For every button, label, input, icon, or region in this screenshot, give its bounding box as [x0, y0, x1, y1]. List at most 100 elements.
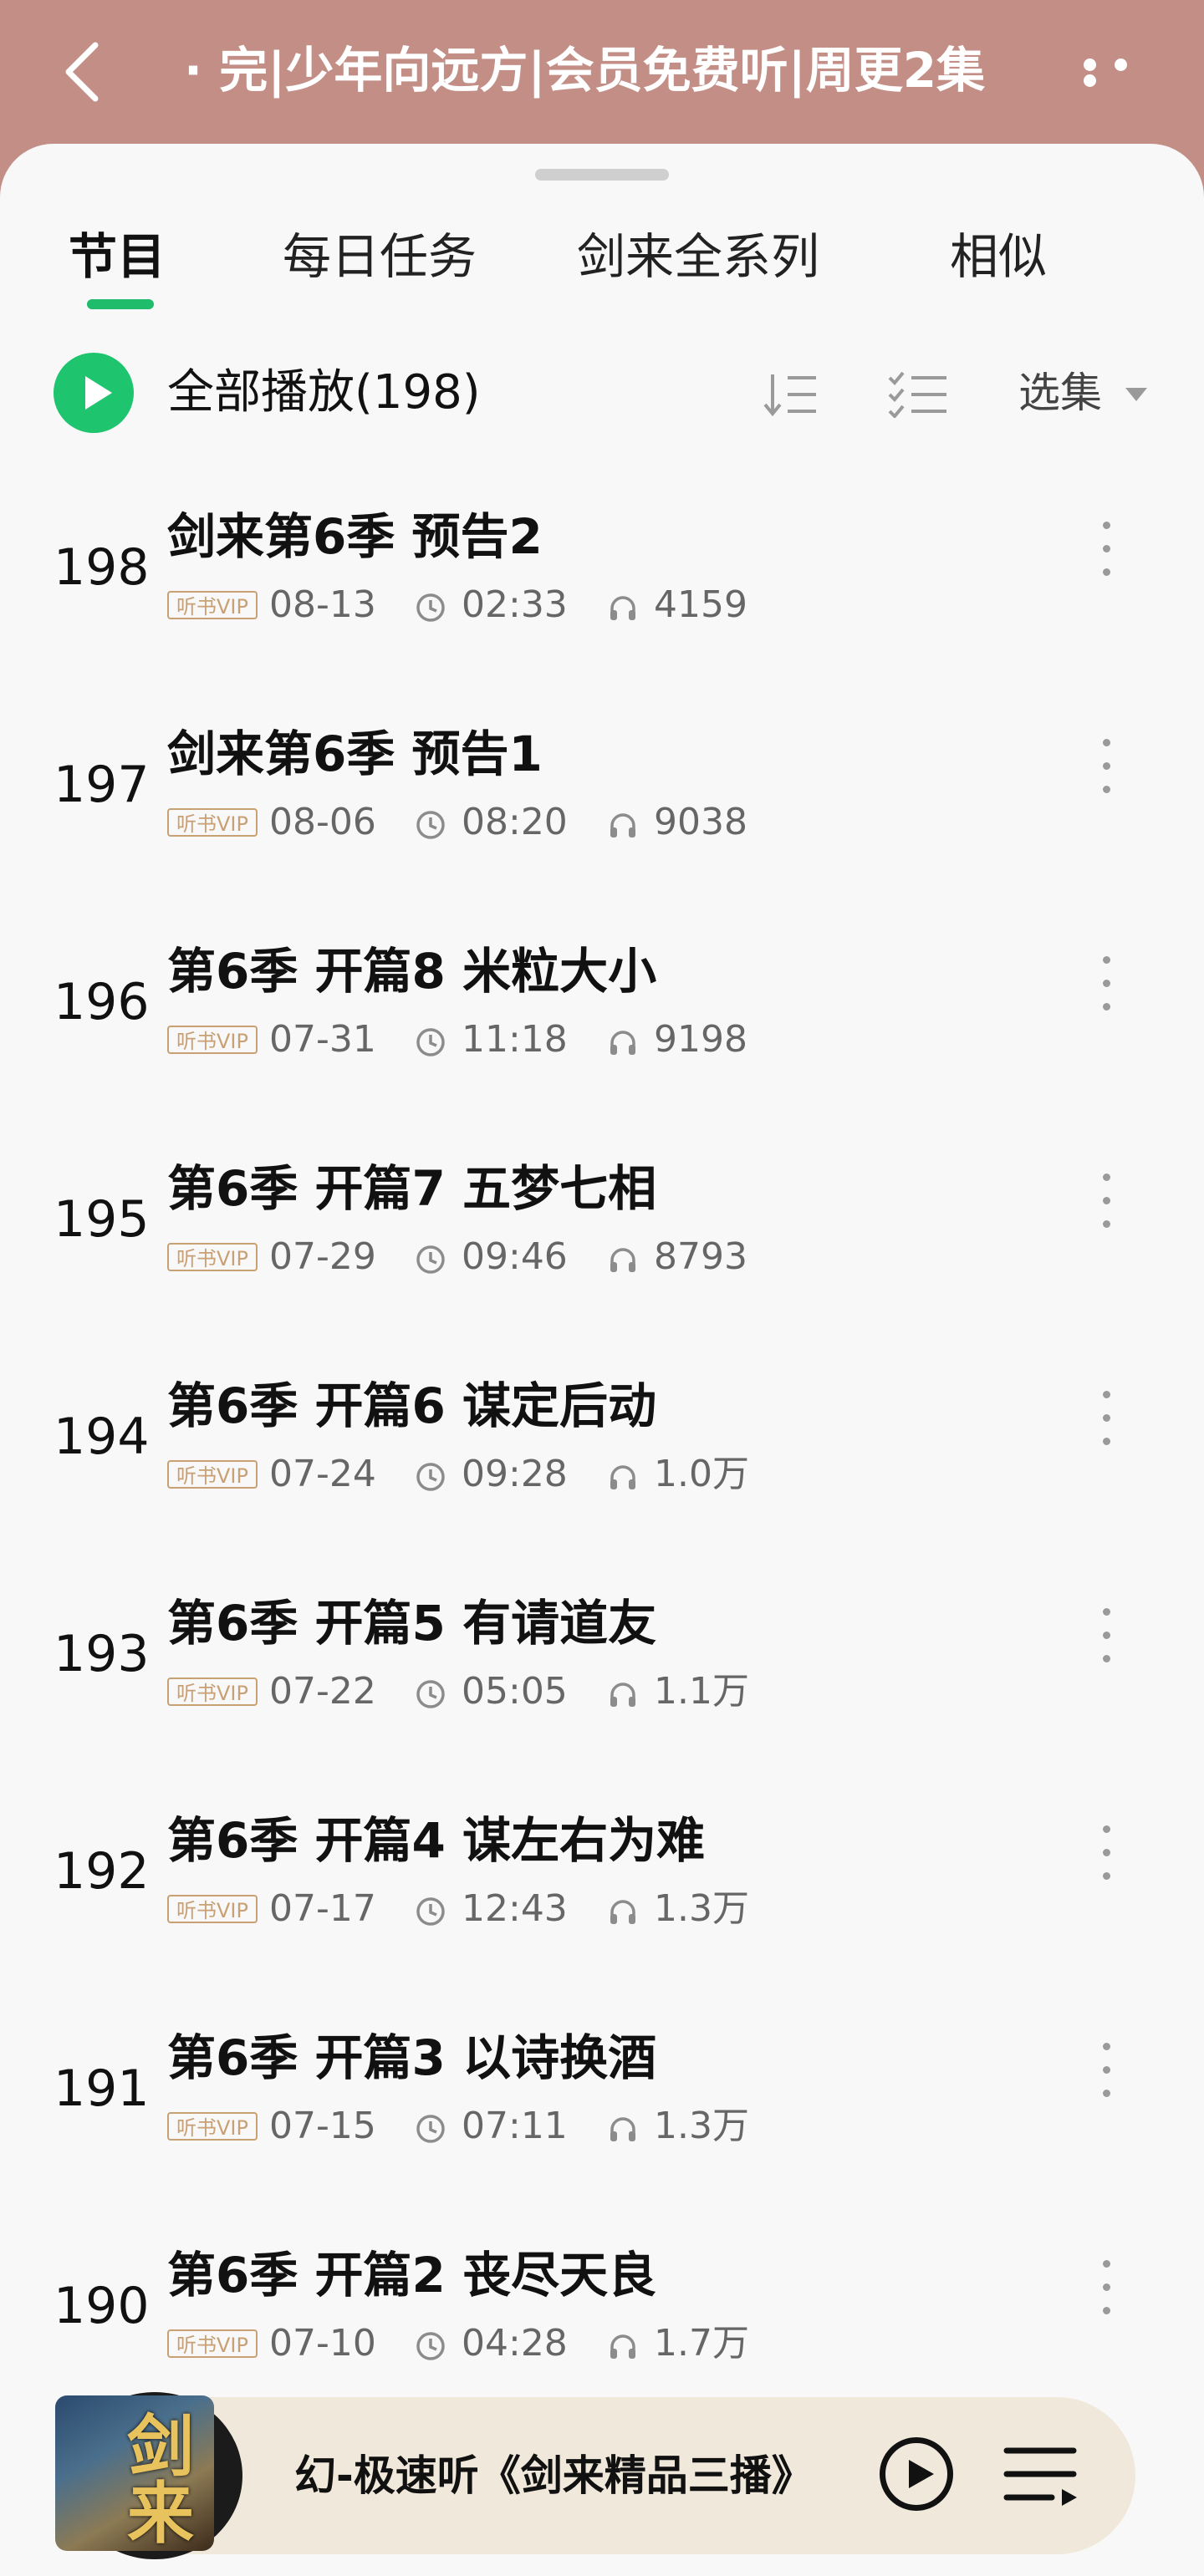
episode-meta: 听书VIP 08-13 02:33 4159: [167, 580, 1003, 630]
episode-row[interactable]: 196 第6季 开篇8 米粒大小 听书VIP 07-31 11:18 9198: [0, 889, 1204, 1107]
episode-number: 191: [54, 2059, 150, 2118]
headphones-icon: [607, 592, 639, 624]
vip-badge: 听书VIP: [167, 808, 258, 837]
play-all-label[interactable]: 全部播放(198): [167, 353, 481, 433]
episode-date: 07-17: [269, 1887, 376, 1930]
episode-title[interactable]: 第6季 开篇5 有请道友: [167, 1590, 656, 1657]
episode-more-icon[interactable]: [1094, 1608, 1119, 1675]
episode-sheet: 节目 每日任务 剑来全系列 相似 全部播放(198) 选集 198 剑来第6季 预…: [0, 144, 1204, 2576]
play-count: 9198: [654, 1018, 747, 1061]
episode-row[interactable]: 193 第6季 开篇5 有请道友 听书VIP 07-22 05:05 1.1万: [0, 1541, 1204, 1759]
episode-meta: 听书VIP 07-17 12:43 1.3万: [167, 1884, 1003, 1934]
episode-meta: 听书VIP 07-22 05:05 1.1万: [167, 1667, 1003, 1717]
episode-number: 192: [54, 1842, 150, 1901]
episode-date: 07-29: [269, 1235, 376, 1278]
episode-row[interactable]: 197 剑来第6季 预告1 听书VIP 08-06 08:20 9038: [0, 672, 1204, 889]
playlist-icon[interactable]: [1003, 2444, 1080, 2507]
episode-date: 08-06: [269, 801, 376, 843]
episode-title[interactable]: 第6季 开篇6 谋定后动: [167, 1372, 656, 1439]
clock-icon: [415, 809, 446, 841]
tab-bar: 节目 每日任务 剑来全系列 相似: [0, 219, 1204, 311]
episode-date: 07-22: [269, 1670, 376, 1713]
headphones-icon: [607, 1896, 639, 1927]
episode-row[interactable]: 198 剑来第6季 预告2 听书VIP 08-13 02:33 4159: [0, 455, 1204, 672]
headphones-icon: [607, 809, 639, 841]
episode-duration: 02:33: [462, 583, 568, 626]
episode-more-icon[interactable]: [1094, 739, 1119, 806]
headphones-icon: [607, 1244, 639, 1275]
play-count: 9038: [654, 801, 747, 843]
vip-badge: 听书VIP: [167, 1677, 258, 1706]
clock-icon: [415, 592, 446, 624]
play-count: 1.7万: [654, 2322, 749, 2365]
episode-number: 190: [54, 2277, 150, 2335]
episode-date: 07-15: [269, 2105, 376, 2147]
multi-select-icon[interactable]: [888, 371, 948, 418]
episode-duration: 05:05: [462, 1670, 568, 1713]
episode-row[interactable]: 195 第6季 开篇7 五梦七相听书VIP 07-29 09:46 8793: [0, 1107, 1204, 1324]
episode-more-icon[interactable]: [1094, 956, 1119, 1023]
clock-icon: [415, 1461, 446, 1493]
episode-number: 198: [54, 538, 150, 597]
more-options-icon[interactable]: [1084, 59, 1176, 87]
episode-title[interactable]: 剑来第6季 预告2: [167, 503, 543, 570]
episode-title[interactable]: 第6季 开篇3 以诗换酒: [167, 2024, 656, 2091]
vip-badge: 听书VIP: [167, 591, 258, 619]
cover-title-art: 剑来: [127, 2408, 194, 2551]
vip-badge: 听书VIP: [167, 1895, 258, 1923]
episode-more-icon[interactable]: [1094, 1391, 1119, 1458]
clock-icon: [415, 2113, 446, 2145]
headphones-icon: [607, 1678, 639, 1710]
episode-row[interactable]: 190 第6季 开篇2 丧尽天良 听书VIP 07-10 04:28 1.7万: [0, 2193, 1204, 2411]
episode-meta: 听书VIP 07-10 04:28 1.7万: [167, 2319, 1003, 2369]
list-controls: 全部播放(198) 选集: [0, 353, 1204, 453]
headphones-icon: [607, 1026, 639, 1058]
play-count: 1.3万: [654, 1887, 749, 1930]
episode-date: 07-24: [269, 1453, 376, 1495]
play-all-button[interactable]: [54, 353, 134, 433]
episode-meta: 听书VIP 07-24 09:28 1.0万: [167, 1449, 1003, 1499]
episode-more-icon[interactable]: [1094, 522, 1119, 588]
episode-number: 197: [54, 756, 150, 814]
tab-daily-tasks[interactable]: 每日任务: [283, 219, 477, 294]
back-arrow-icon[interactable]: [59, 40, 109, 104]
now-playing-title[interactable]: 幻-极速听《剑来精品三播》: [294, 2441, 896, 2511]
sheet-grabber[interactable]: [535, 169, 669, 181]
episode-row[interactable]: 191 第6季 开篇3 以诗换酒 听书VIP 07-15 07:11 1.3万: [0, 1976, 1204, 2193]
episode-list: 198 剑来第6季 预告2 听书VIP 08-13 02:33 4159 197 剑来第6季 …: [0, 455, 1204, 2411]
episode-row[interactable]: 194 第6季 开篇6 谋定后动 听书VIP 07-24 09:28 1.0万: [0, 1324, 1204, 1541]
episode-meta: 听书VIP 07-29 09:46 8793: [167, 1232, 1003, 1282]
clock-icon: [415, 1244, 446, 1275]
episode-title[interactable]: 第6季 开篇7 五梦七相: [167, 1155, 656, 1222]
episode-title[interactable]: 第6季 开篇4 谋左右为难: [167, 1807, 705, 1874]
episode-more-icon[interactable]: [1094, 1173, 1119, 1240]
vip-badge: 听书VIP: [167, 2112, 258, 2141]
episode-more-icon[interactable]: [1094, 2260, 1119, 2327]
tab-similar[interactable]: 相似: [950, 219, 1047, 294]
tab-series[interactable]: 剑来全系列: [577, 219, 819, 294]
choose-episodes-button[interactable]: 选集: [1018, 361, 1102, 425]
episode-title[interactable]: 第6季 开篇8 米粒大小: [167, 938, 656, 1005]
episode-meta: 听书VIP 07-31 11:18 9198: [167, 1015, 1003, 1065]
episode-number: 195: [54, 1190, 150, 1249]
episode-more-icon[interactable]: [1094, 2043, 1119, 2110]
play-count: 1.0万: [654, 1453, 749, 1495]
episode-title[interactable]: 剑来第6季 预告1: [167, 720, 543, 787]
album-cover[interactable]: 剑来: [55, 2395, 214, 2551]
episode-more-icon[interactable]: [1094, 1825, 1119, 1892]
play-count: 1.1万: [654, 1670, 749, 1713]
sort-order-icon[interactable]: [761, 371, 821, 418]
episode-title[interactable]: 第6季 开篇2 丧尽天良: [167, 2242, 656, 2309]
episode-date: 07-10: [269, 2322, 376, 2365]
mini-player[interactable]: 剑来 幻-极速听《剑来精品三播》: [55, 2392, 1135, 2559]
episode-duration: 08:20: [462, 801, 568, 843]
episode-row[interactable]: 192 第6季 开篇4 谋左右为难听书VIP 07-17 12:43 1.3万: [0, 1759, 1204, 1976]
play-icon[interactable]: [880, 2437, 953, 2511]
headphones-icon: [607, 1461, 639, 1493]
episode-number: 194: [54, 1408, 150, 1466]
tab-episodes[interactable]: 节目: [69, 219, 166, 294]
episode-duration: 09:28: [462, 1453, 568, 1495]
episode-meta: 听书VIP 08-06 08:20 9038: [167, 797, 1003, 848]
vip-badge: 听书VIP: [167, 2329, 258, 2358]
episode-duration: 12:43: [462, 1887, 568, 1930]
